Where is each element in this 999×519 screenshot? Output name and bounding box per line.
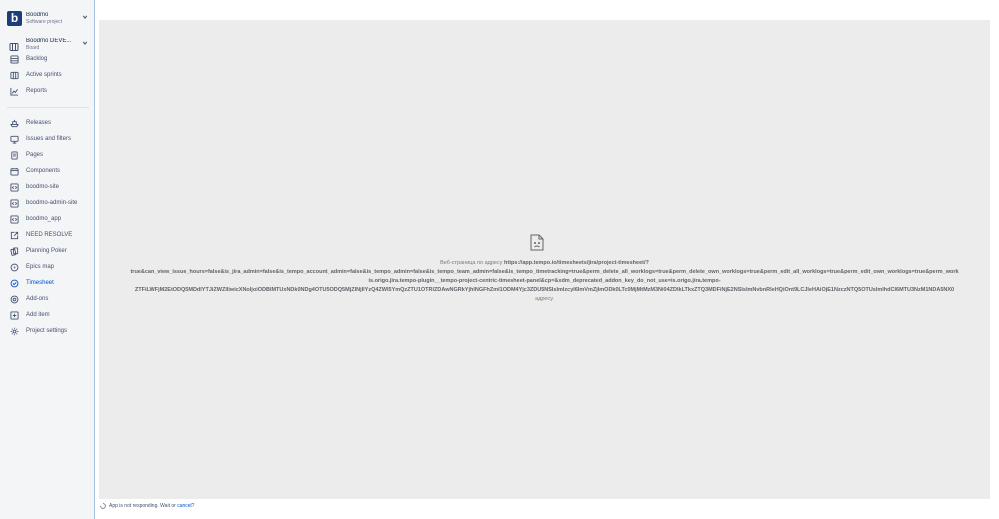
error-url-3: is.origo.jira.tempo-plugin__tempo-projec… (368, 278, 721, 284)
app-iframe: Веб-страница по адресу https://app.tempo… (99, 20, 990, 499)
sidebar-item-label: boodmo_app (26, 216, 62, 222)
tempo-clock-icon (9, 278, 19, 288)
ship-icon (9, 118, 19, 128)
sidebar-item-label: Issues and filters (26, 136, 72, 142)
sidebar-item-label: Add-ons (26, 296, 49, 302)
component-icon (9, 166, 19, 176)
epic-map-icon (9, 262, 19, 272)
error-suffix: адресу. (535, 296, 554, 302)
chevron-down-icon[interactable] (81, 14, 89, 22)
sidebar: b Boodmo Software project Boodmo DEVE...… (0, 0, 95, 519)
sidebar-item-label: NEED RESOLVE (26, 232, 73, 238)
sidebar-item-timesheet[interactable]: Timesheet (9, 277, 89, 289)
chart-line-icon (9, 86, 19, 96)
backlog-icon (9, 54, 19, 64)
project-name: Boodmo (26, 11, 49, 18)
project-logo: b (7, 10, 22, 26)
error-url-1: https://app.tempo.io/timesheets/jira/pro… (504, 260, 649, 266)
board-type: Board (26, 44, 40, 51)
main-content: Веб-страница по адресу https://app.tempo… (96, 0, 999, 519)
sidebar-item-boodmo-site[interactable]: boodmo-site (9, 181, 89, 193)
sidebar-item-components[interactable]: Components (9, 165, 89, 177)
code-icon (9, 198, 19, 208)
gear-icon (9, 326, 19, 336)
spinner-icon (100, 503, 106, 509)
sidebar-item-label: boodmo-admin-site (26, 200, 78, 206)
sidebar-item-boodmo-admin-site[interactable]: boodmo-admin-site (9, 197, 89, 209)
board-icon (9, 39, 19, 51)
sidebar-item-label: Releases (26, 120, 52, 126)
sidebar-item-reports[interactable]: Reports (9, 85, 89, 97)
sidebar-item-add-item[interactable]: Add item (9, 309, 89, 321)
sidebar-item-label: Active sprints (26, 72, 62, 78)
code-icon (9, 214, 19, 224)
sidebar-item-label: Epics map (26, 264, 55, 270)
error-url-4: ZTFiLWFjM2EtODQ5MDdlYTJiZWZlIiwicXNoIjoi… (134, 287, 955, 293)
sidebar-item-releases[interactable]: Releases (9, 117, 89, 129)
sidebar-item-label: Components (26, 168, 61, 174)
add-icon (9, 310, 19, 320)
board-columns-icon (9, 70, 19, 80)
cancel-link[interactable]: cancel (177, 503, 191, 509)
sidebar-item-planning-poker[interactable]: Planning Poker (9, 245, 89, 257)
app-status-bar: App is not responding. Wait or cancel? (100, 502, 194, 510)
sidebar-item-active-sprints[interactable]: Active sprints (9, 69, 89, 81)
sidebar-item-label: Pages (26, 152, 44, 158)
sidebar-item-pages[interactable]: Pages (9, 149, 89, 161)
status-end: ? (191, 503, 195, 509)
sidebar-item-label: Project settings (26, 328, 68, 334)
sidebar-item-label: Planning Poker (26, 248, 67, 254)
status-text: App is not responding. Wait or (109, 503, 178, 509)
addon-icon (9, 294, 19, 304)
error-message: Веб-страница по адресу https://app.tempo… (99, 259, 990, 304)
board-name: Boodmo DEVE... (26, 37, 72, 44)
sidebar-item-label: Add item (26, 312, 50, 318)
board-switcher[interactable]: Boodmo DEVE... Board (9, 37, 89, 51)
sidebar-item-label: Backlog (26, 56, 48, 62)
sidebar-item-need-resolve[interactable]: NEED RESOLVE (9, 229, 89, 241)
project-text: Boodmo Software project (26, 12, 81, 25)
sidebar-item-addons[interactable]: Add-ons (9, 293, 89, 305)
project-switcher[interactable]: b Boodmo Software project (7, 9, 89, 27)
sidebar-item-backlog[interactable]: Backlog (9, 53, 89, 65)
sidebar-item-boodmo-app[interactable]: boodmo_app (9, 213, 89, 225)
sidebar-item-label: Timesheet (26, 280, 54, 286)
error-url-2: true&can_view_issue_hours=false&is_jira_… (130, 269, 959, 275)
sidebar-item-epics-map[interactable]: Epics map (9, 261, 89, 273)
project-type: Software project (26, 18, 63, 25)
sad-document-icon (530, 234, 544, 251)
sidebar-divider (7, 107, 89, 108)
sidebar-item-label: boodmo-site (26, 184, 60, 190)
error-line-1: Веб-страница по адресу https://app.tempo… (99, 259, 990, 268)
external-link-icon (9, 230, 19, 240)
sidebar-item-label: Reports (26, 88, 48, 94)
poker-cards-icon (9, 246, 19, 256)
status-message: App is not responding. Wait or cancel? (109, 503, 194, 509)
monitor-icon (9, 134, 19, 144)
sidebar-item-project-settings[interactable]: Project settings (9, 325, 89, 337)
chevron-down-icon[interactable] (81, 40, 89, 48)
sidebar-item-issues-filters[interactable]: Issues and filters (9, 133, 89, 145)
page-icon (9, 150, 19, 160)
code-icon (9, 182, 19, 192)
error-prefix: Веб-страница по адресу (440, 260, 503, 266)
board-text: Boodmo DEVE... Board (26, 38, 81, 51)
